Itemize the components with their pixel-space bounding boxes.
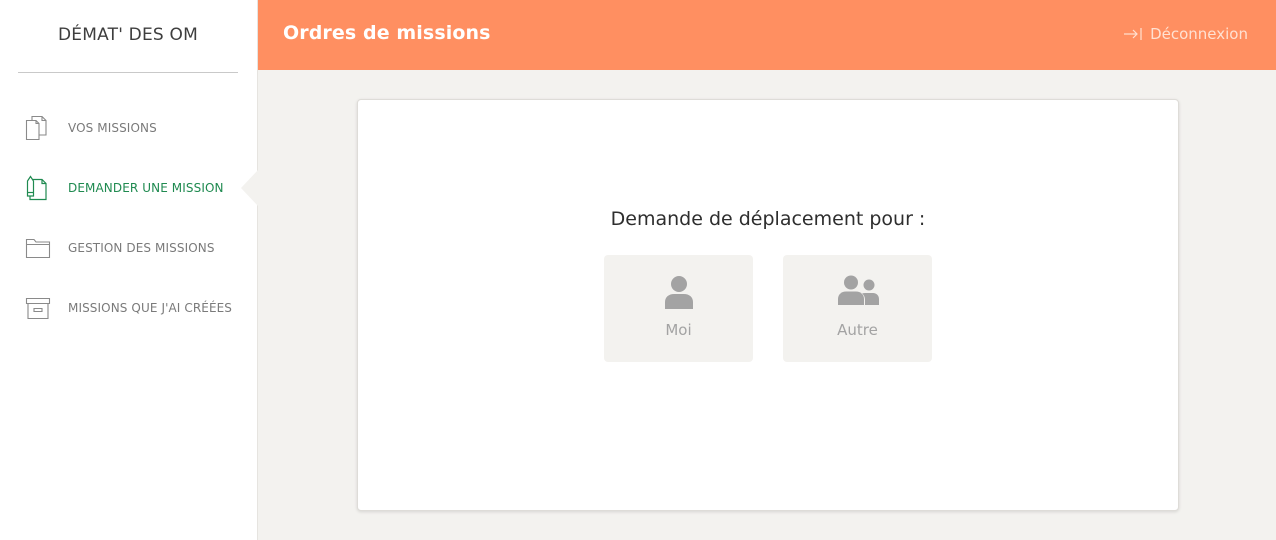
archive-box-icon (25, 295, 51, 321)
choice-label: Autre (837, 321, 878, 339)
sidebar-item-vos-missions[interactable]: VOS MISSIONS (0, 98, 257, 158)
sidebar-item-label: DEMANDER UNE MISSION (68, 181, 224, 195)
single-user-icon (604, 275, 753, 309)
logout-button[interactable]: Déconnexion (1123, 0, 1248, 68)
sidebar-item-missions-creees[interactable]: MISSIONS QUE J'AI CRÉÉES (0, 278, 257, 338)
active-indicator (241, 170, 258, 206)
brand-title: DÉMAT' DES OM (18, 0, 238, 73)
documents-icon (25, 115, 51, 141)
sidebar-item-gestion-des-missions[interactable]: GESTION DES MISSIONS (0, 218, 257, 278)
sidebar-item-label: MISSIONS QUE J'AI CRÉÉES (68, 301, 233, 315)
choice-autre-button[interactable]: Autre (783, 255, 932, 362)
top-header: Ordres de missions Déconnexion (258, 0, 1276, 70)
sidebar-item-label: VOS MISSIONS (68, 121, 157, 135)
logout-label: Déconnexion (1150, 25, 1248, 43)
logout-arrow-icon (1123, 26, 1143, 42)
user-group-icon (783, 275, 932, 305)
choice-moi-button[interactable]: Moi (604, 255, 753, 362)
request-card: Demande de déplacement pour : Moi Autre (357, 99, 1179, 511)
choice-label: Moi (665, 321, 692, 339)
sidebar: DÉMAT' DES OM VOS MISSIONS DEMANDER UNE … (0, 0, 258, 540)
sidebar-item-demander-une-mission[interactable]: DEMANDER UNE MISSION (0, 158, 258, 218)
document-pen-icon (25, 175, 51, 201)
page-title: Ordres de missions (283, 22, 491, 44)
folder-icon (25, 235, 51, 261)
sidebar-item-label: GESTION DES MISSIONS (68, 241, 215, 255)
sidebar-nav: VOS MISSIONS DEMANDER UNE MISSION GESTIO… (0, 98, 258, 338)
request-prompt: Demande de déplacement pour : (610, 208, 926, 230)
